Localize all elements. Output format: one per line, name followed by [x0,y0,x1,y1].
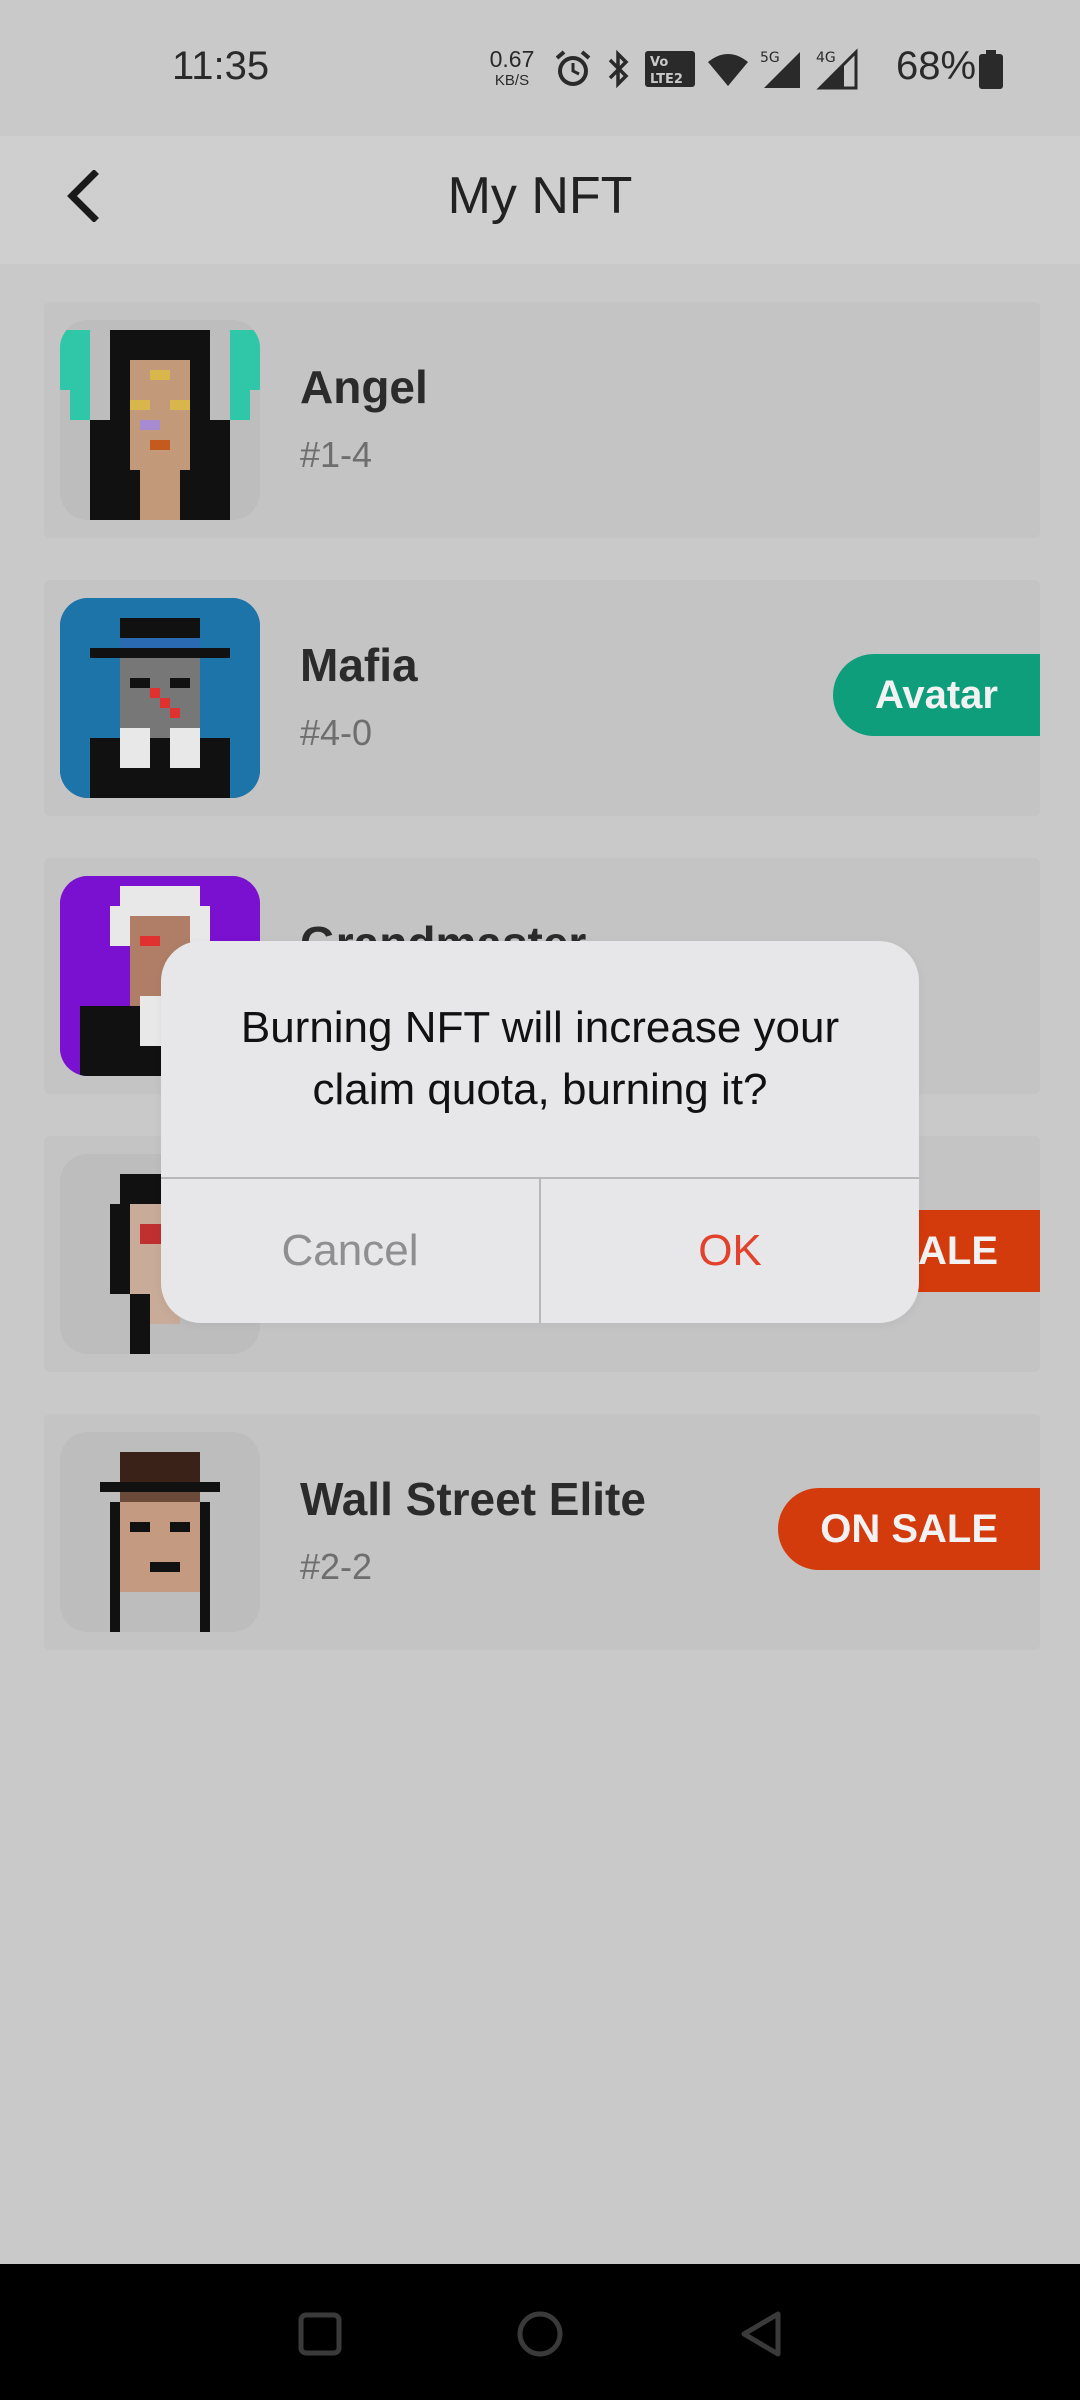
home-circle-icon [517,2311,563,2357]
recents-button[interactable] [288,2302,352,2366]
system-nav-bar [0,2264,1080,2400]
burn-confirm-dialog: Burning NFT will increase your claim quo… [161,941,919,1323]
cancel-button[interactable]: Cancel [161,1179,539,1323]
back-triangle-icon [741,2311,781,2357]
home-button[interactable] [508,2302,572,2366]
ok-button[interactable]: OK [541,1179,919,1323]
recents-square-icon [298,2312,342,2356]
nav-back-button[interactable] [728,2302,792,2366]
dialog-message: Burning NFT will increase your claim quo… [240,1003,840,1114]
